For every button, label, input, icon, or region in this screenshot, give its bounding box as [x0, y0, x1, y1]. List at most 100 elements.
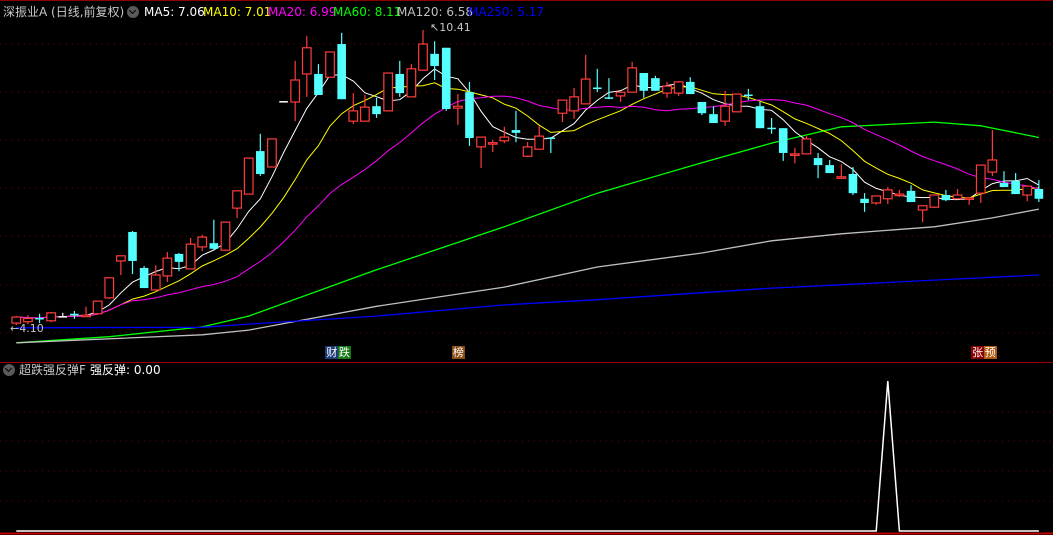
candle[interactable]: [337, 32, 346, 100]
candle-body: [709, 114, 718, 124]
candle[interactable]: [348, 93, 359, 124]
candle[interactable]: [639, 73, 649, 98]
candle[interactable]: [383, 72, 394, 112]
candle[interactable]: [128, 231, 137, 275]
candle[interactable]: [395, 60, 405, 97]
candle[interactable]: [825, 159, 834, 174]
candle[interactable]: [593, 68, 602, 93]
candle[interactable]: [929, 194, 940, 209]
candle-body: [1011, 181, 1020, 195]
candle[interactable]: [755, 101, 765, 129]
candle[interactable]: [848, 166, 858, 196]
chevron-down-icon[interactable]: [127, 6, 139, 18]
candle[interactable]: [243, 157, 254, 195]
candle[interactable]: [452, 94, 463, 125]
event-tag[interactable]: 张: [971, 346, 985, 359]
candle[interactable]: [185, 238, 196, 270]
candle[interactable]: [197, 234, 208, 252]
event-tag[interactable]: 财: [325, 346, 339, 359]
candle[interactable]: [813, 152, 823, 179]
candle-body: [906, 190, 916, 203]
low-price-value: 4.10: [19, 322, 44, 335]
candle[interactable]: [546, 137, 556, 153]
candle[interactable]: [917, 205, 928, 223]
candle[interactable]: [941, 189, 951, 202]
candle[interactable]: [92, 300, 103, 315]
candle[interactable]: [372, 97, 381, 118]
candle[interactable]: [441, 47, 451, 111]
candle[interactable]: [580, 54, 591, 105]
candle[interactable]: [58, 312, 68, 318]
candle[interactable]: [1011, 173, 1020, 195]
candle-body: [522, 146, 533, 157]
candle-body: [243, 157, 254, 195]
candle[interactable]: [685, 77, 695, 95]
candle[interactable]: [418, 30, 428, 71]
candle[interactable]: [487, 139, 498, 153]
candle[interactable]: [256, 133, 265, 176]
candle[interactable]: [406, 64, 417, 98]
candle[interactable]: [906, 185, 916, 203]
candle-body: [430, 53, 439, 66]
event-tag[interactable]: 榜: [451, 346, 465, 359]
candle[interactable]: [290, 60, 301, 122]
candle[interactable]: [220, 221, 231, 252]
candle[interactable]: [767, 117, 776, 134]
chevron-down-icon[interactable]: [3, 364, 15, 376]
candle-body: [35, 317, 44, 320]
candle[interactable]: [604, 78, 614, 100]
candle[interactable]: [882, 187, 893, 204]
candle[interactable]: [697, 101, 707, 116]
candle[interactable]: [615, 91, 626, 102]
candle[interactable]: [314, 64, 323, 95]
candle[interactable]: [836, 164, 847, 180]
candle[interactable]: [662, 81, 672, 98]
kline-chart[interactable]: [0, 0, 1053, 535]
candle[interactable]: [975, 164, 986, 203]
candle[interactable]: [952, 188, 963, 200]
candle-body: [220, 221, 231, 251]
candle[interactable]: [325, 51, 335, 78]
candle[interactable]: [999, 171, 1009, 188]
candle-body: [46, 312, 57, 322]
candle[interactable]: [569, 87, 579, 119]
candle[interactable]: [801, 136, 812, 155]
candle[interactable]: [860, 193, 869, 212]
candle[interactable]: [46, 311, 57, 323]
candle[interactable]: [720, 90, 731, 126]
candle[interactable]: [115, 255, 126, 275]
candle[interactable]: [534, 125, 545, 150]
candle[interactable]: [894, 189, 905, 197]
candle[interactable]: [709, 106, 718, 124]
candle[interactable]: [476, 136, 486, 168]
candle[interactable]: [104, 277, 115, 299]
candle[interactable]: [209, 219, 219, 251]
candle[interactable]: [557, 99, 568, 123]
candle[interactable]: [232, 190, 242, 218]
candle[interactable]: [964, 197, 975, 205]
candle[interactable]: [987, 130, 998, 176]
candle[interactable]: [522, 142, 533, 158]
candle[interactable]: [789, 147, 800, 164]
event-tag[interactable]: 预: [983, 346, 997, 359]
candle[interactable]: [778, 128, 788, 161]
candle[interactable]: [871, 195, 882, 205]
candle[interactable]: [673, 80, 684, 96]
candle[interactable]: [162, 252, 173, 282]
candle-body: [651, 78, 660, 91]
candle[interactable]: [651, 75, 660, 91]
candle[interactable]: [731, 93, 742, 113]
candle[interactable]: [139, 266, 149, 289]
candle[interactable]: [279, 101, 288, 103]
event-tag[interactable]: 跌: [337, 346, 351, 359]
candle[interactable]: [81, 306, 91, 318]
candle-body: [128, 231, 137, 261]
candle[interactable]: [1022, 185, 1033, 202]
candle[interactable]: [150, 265, 161, 291]
candle[interactable]: [499, 126, 510, 144]
candle[interactable]: [70, 310, 79, 319]
candle[interactable]: [267, 138, 277, 168]
candle[interactable]: [301, 36, 312, 97]
candle[interactable]: [627, 61, 638, 93]
candle[interactable]: [430, 41, 439, 81]
